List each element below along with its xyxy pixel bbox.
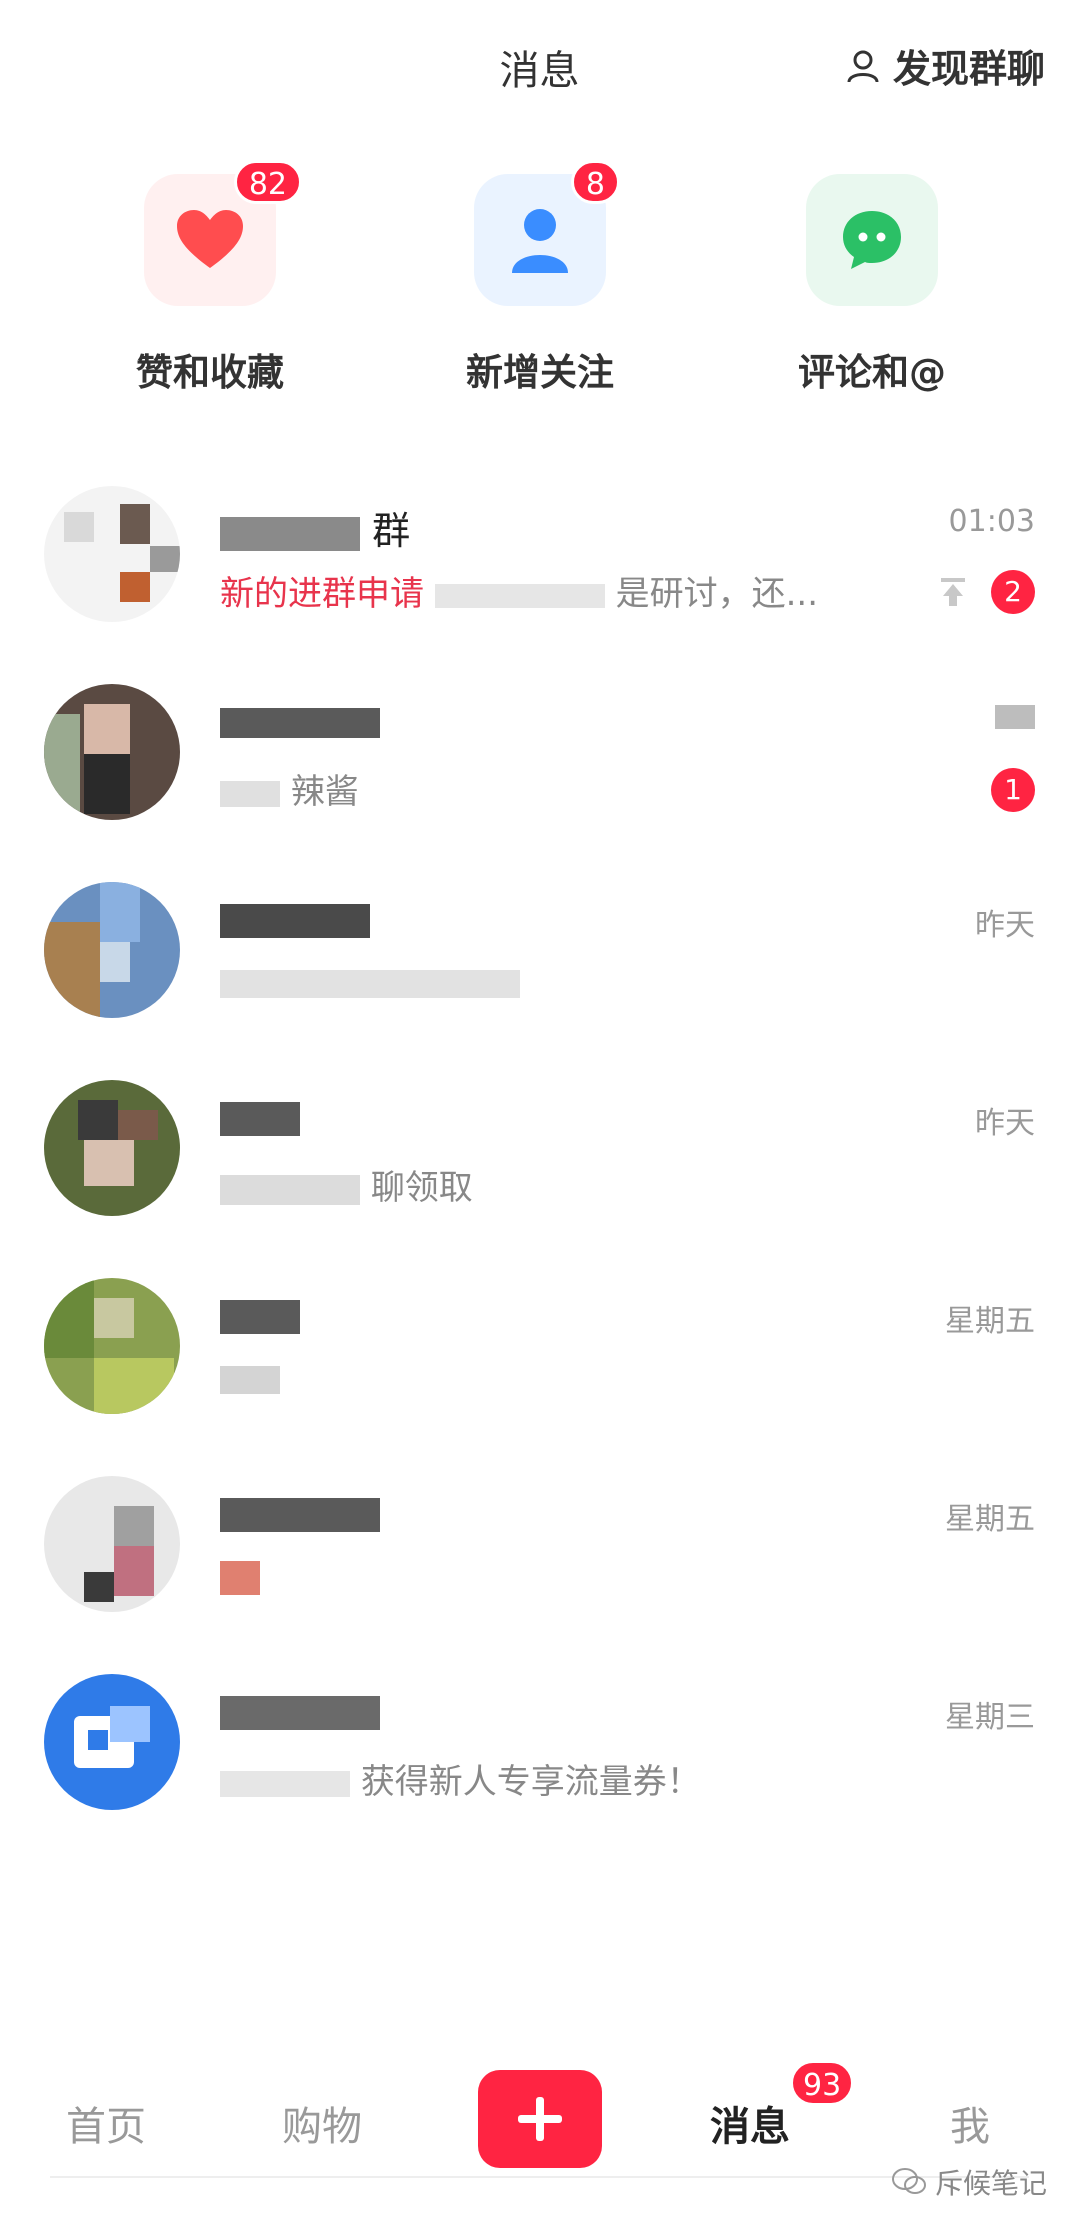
comments-icon-box — [806, 174, 938, 306]
create-post-button[interactable] — [478, 2070, 602, 2168]
conversation-row[interactable]: 聊领取 昨天 — [0, 1064, 1079, 1262]
divider — [50, 2176, 1029, 2178]
conversation-name — [220, 1094, 300, 1138]
conversation-preview: 新的进群申请 是研讨，还... — [220, 574, 819, 614]
likes-label: 赞和收藏 — [136, 351, 284, 394]
conversation-name — [220, 1292, 300, 1336]
discover-group-chat-button[interactable]: 发现群聊 — [845, 38, 1045, 93]
likes-icon-box: 82 — [144, 160, 302, 306]
unread-badge: 2 — [991, 570, 1035, 614]
conversation-name — [220, 698, 380, 742]
nav-messages[interactable]: 消息 — [710, 2094, 790, 2152]
conversation-time — [995, 702, 1035, 737]
conversation-row[interactable]: 星期五 — [0, 1460, 1079, 1658]
conversation-preview: 辣酱 — [220, 764, 359, 813]
conversation-time: 昨天 — [975, 908, 1035, 943]
avatar — [44, 1278, 180, 1414]
conversation-name — [220, 896, 370, 940]
comments-label: 评论和@ — [798, 351, 946, 394]
conversation-time: 昨天 — [975, 1106, 1035, 1141]
conversation-preview — [220, 962, 520, 1002]
followers-label: 新增关注 — [466, 351, 614, 394]
notification-shortcuts: 82 赞和收藏 8 新增关注 评论和@ — [0, 160, 1079, 410]
discover-group-chat-label: 发现群聊 — [892, 47, 1045, 91]
heart-icon — [177, 210, 243, 268]
top-bar: 消息 发现群聊 — [0, 0, 1079, 120]
followers-badge: 8 — [570, 160, 620, 204]
plus-icon — [518, 2097, 562, 2141]
pin-icon — [941, 578, 965, 606]
person-outline-icon — [847, 50, 879, 82]
conversation-time: 星期五 — [945, 1502, 1035, 1537]
conversation-name — [220, 1688, 380, 1732]
chat-bubble-icon — [843, 211, 901, 269]
likes-badge: 82 — [233, 160, 302, 204]
conversation-time: 01:03 — [948, 504, 1035, 539]
conversation-row[interactable]: 辣酱 1 — [0, 668, 1079, 866]
messages-badge: 93 — [790, 2060, 855, 2106]
likes-and-collections-shortcut[interactable]: 82 赞和收藏 — [90, 160, 330, 396]
conversation-row[interactable]: 星期五 — [0, 1262, 1079, 1460]
conversation-time: 星期五 — [945, 1304, 1035, 1339]
app-logo-icon — [74, 1706, 150, 1768]
conversation-row[interactable]: 获得新人专享流量券！ 星期三 — [0, 1658, 1079, 1856]
unread-badge: 1 — [991, 768, 1035, 812]
new-followers-shortcut[interactable]: 8 新增关注 — [420, 160, 660, 396]
conversation-preview — [220, 1358, 280, 1398]
avatar — [44, 1476, 180, 1612]
nav-me[interactable]: 我 — [950, 2094, 990, 2152]
person-icon — [512, 209, 568, 273]
conversation-preview: 聊领取 — [220, 1160, 473, 1209]
avatar — [44, 486, 180, 622]
watermark: 斥候笔记 — [891, 2162, 1047, 2202]
conversation-preview: 获得新人专享流量券！ — [220, 1754, 701, 1803]
nav-home[interactable]: 首页 — [66, 2094, 146, 2152]
comments-and-mentions-shortcut[interactable]: 评论和@ — [752, 170, 992, 396]
conversation-time: 星期三 — [945, 1700, 1035, 1735]
avatar — [44, 882, 180, 1018]
conversation-name: 群 — [220, 500, 410, 555]
avatar — [44, 1080, 180, 1216]
conversation-name — [220, 1490, 380, 1534]
avatar — [44, 684, 180, 820]
conversation-row[interactable]: 昨天 — [0, 866, 1079, 1064]
wechat-icon — [891, 2168, 926, 2194]
conversation-row[interactable]: 群 新的进群申请 是研讨，还... 01:03 2 — [0, 470, 1079, 668]
avatar — [44, 1674, 180, 1810]
conversation-preview — [220, 1556, 260, 1596]
followers-icon-box: 8 — [474, 160, 620, 306]
watermark-text: 斥候笔记 — [934, 2167, 1047, 2200]
nav-shop[interactable]: 购物 — [282, 2094, 362, 2152]
